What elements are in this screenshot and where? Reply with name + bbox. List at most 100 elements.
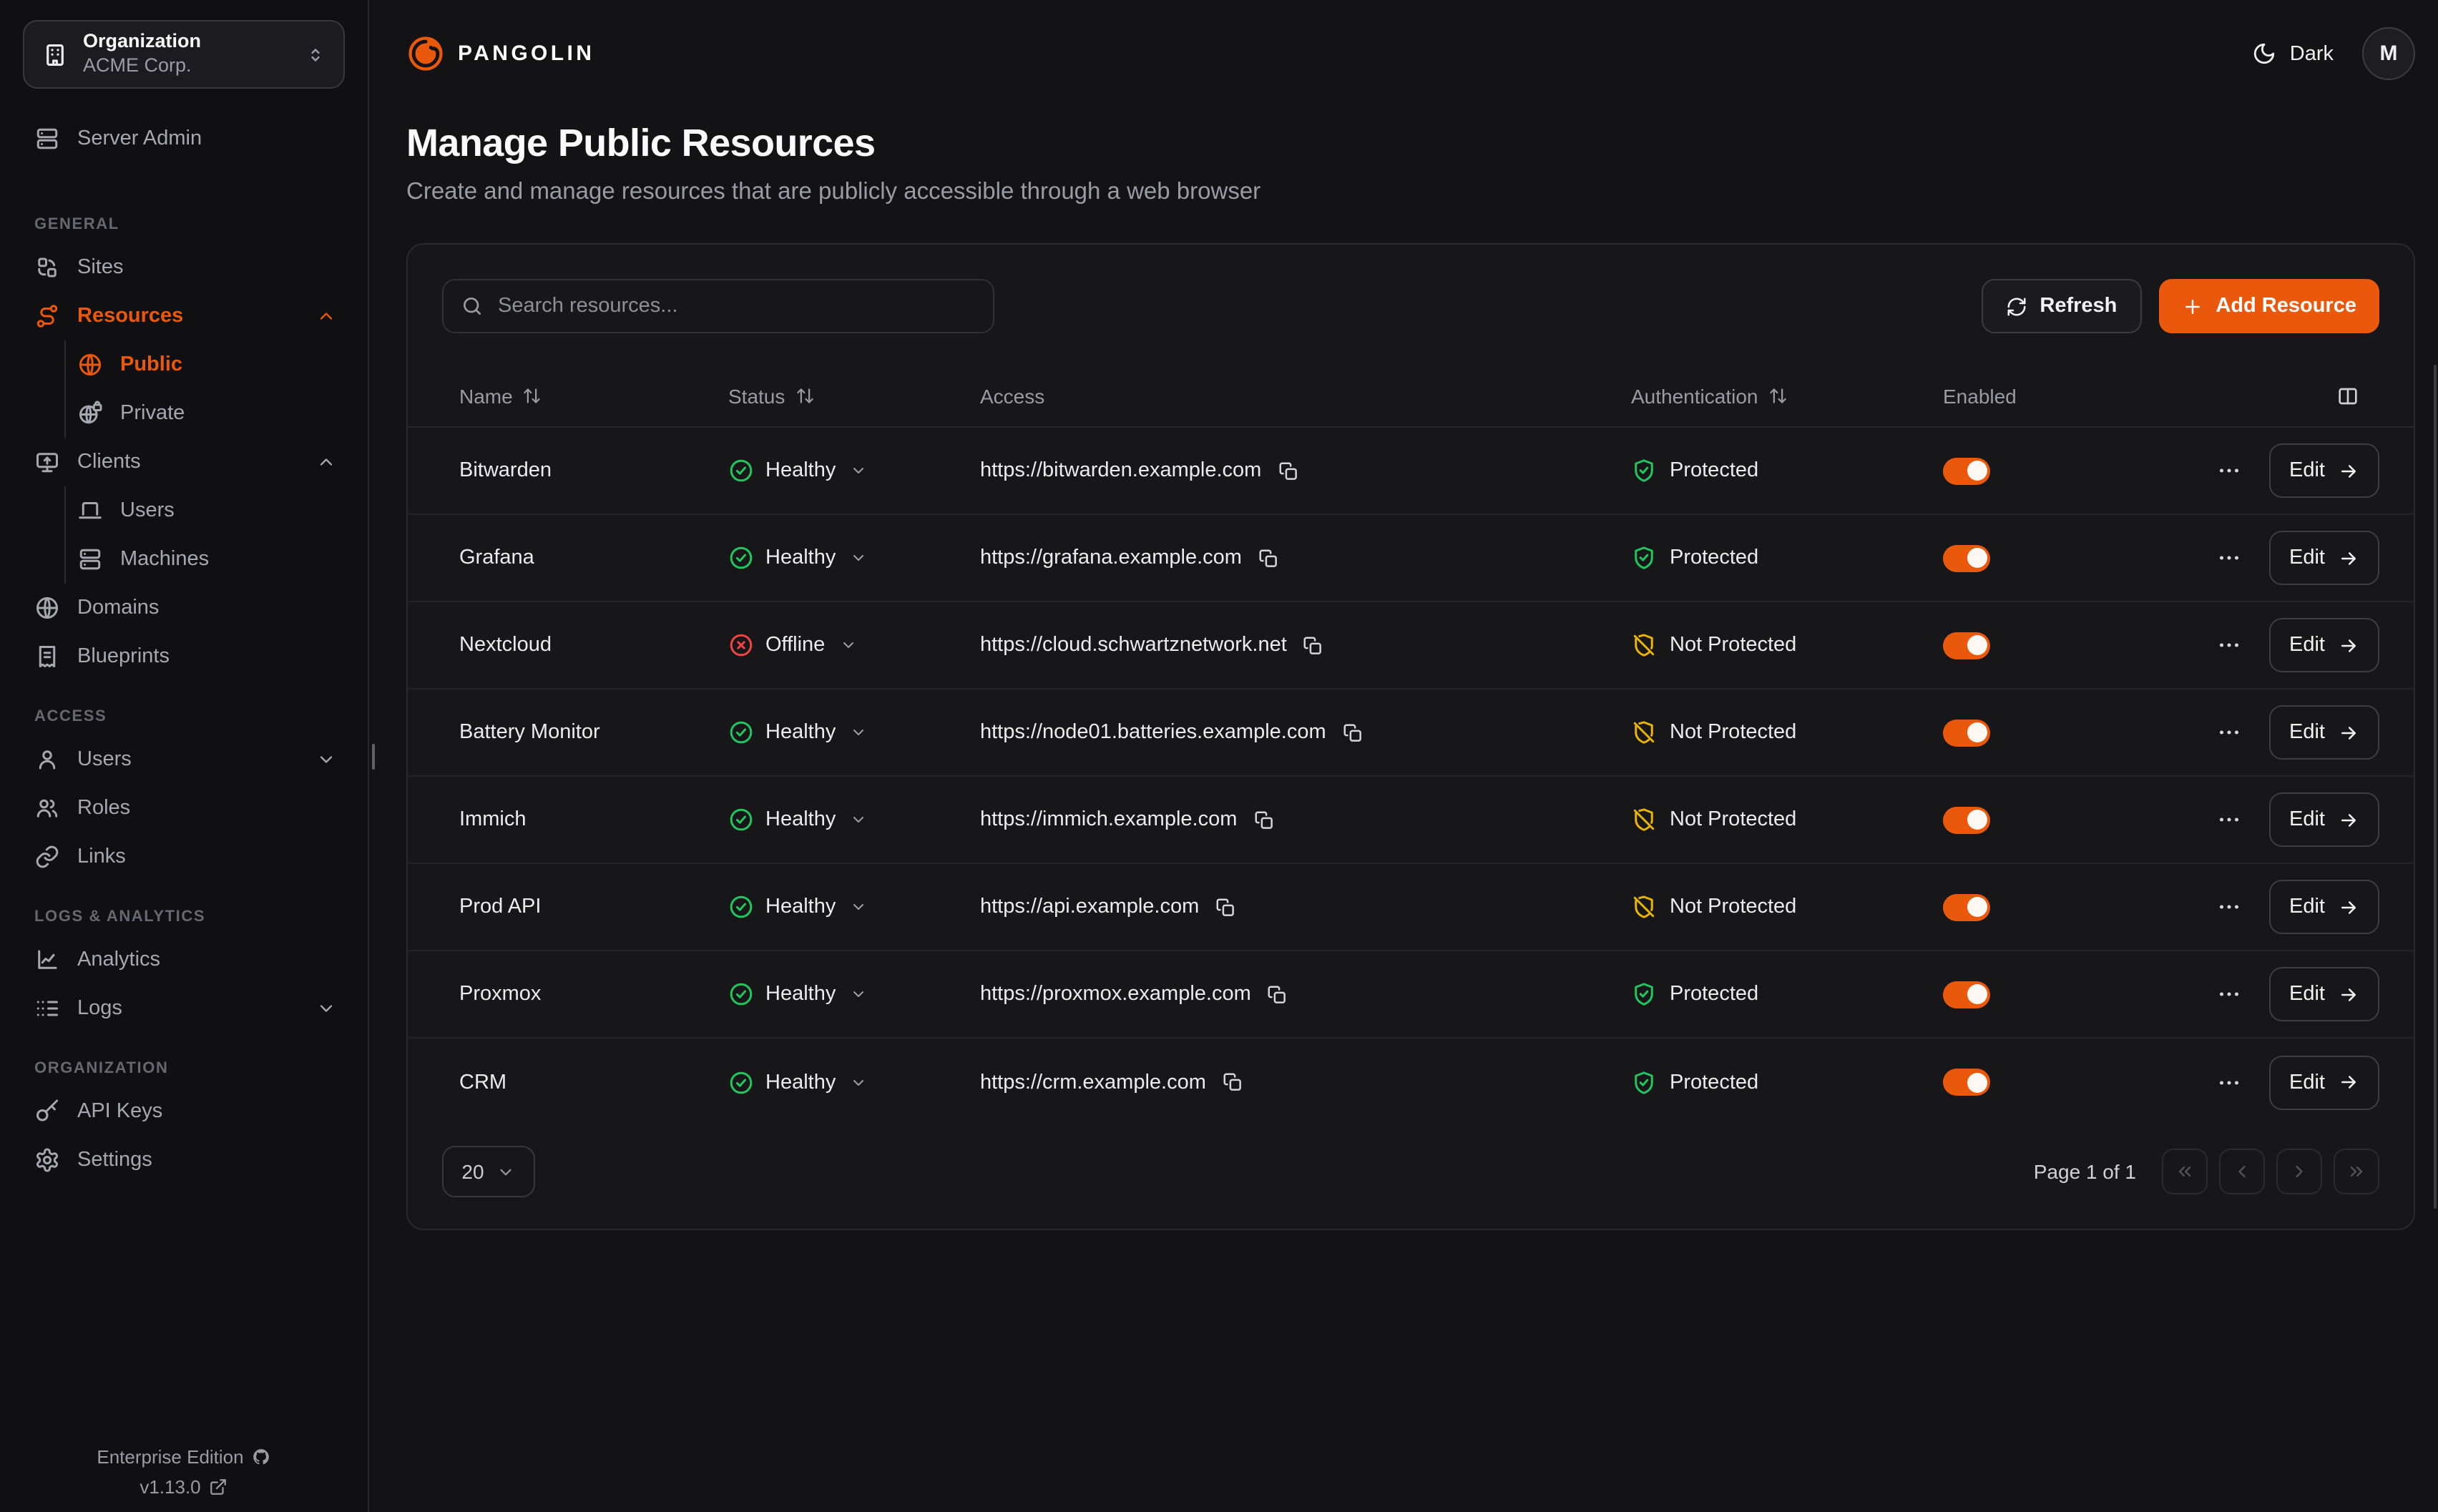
status-label: Healthy bbox=[765, 546, 836, 569]
add-resource-button[interactable]: Add Resource bbox=[2158, 279, 2379, 333]
enabled-toggle[interactable] bbox=[1943, 806, 1990, 833]
brand[interactable]: PANGOLIN bbox=[406, 34, 594, 73]
sidebar-item-roles[interactable]: Roles bbox=[20, 784, 351, 833]
column-header-authentication[interactable]: Authentication bbox=[1631, 384, 1943, 407]
external-link-icon[interactable] bbox=[210, 1478, 228, 1496]
sidebar-item-label: Blueprints bbox=[77, 645, 336, 668]
sidebar-item-users[interactable]: Users bbox=[20, 735, 351, 784]
status-dropdown[interactable]: Healthy bbox=[728, 458, 980, 483]
check-circle-icon bbox=[728, 807, 754, 833]
copy-url-button[interactable] bbox=[1215, 896, 1236, 918]
column-header-name[interactable]: Name bbox=[459, 384, 728, 407]
copy-url-button[interactable] bbox=[1267, 983, 1288, 1005]
building-icon bbox=[41, 41, 69, 68]
sidebar-item-api-keys[interactable]: API Keys bbox=[20, 1087, 351, 1136]
main-scrollbar-thumb[interactable] bbox=[2433, 365, 2437, 1209]
chevron-down-icon bbox=[850, 724, 867, 741]
theme-toggle[interactable]: Dark bbox=[2253, 41, 2334, 66]
edit-button[interactable]: Edit bbox=[2269, 1055, 2379, 1109]
sidebar-item-logs[interactable]: Logs bbox=[20, 984, 351, 1033]
check-circle-icon bbox=[728, 1069, 754, 1095]
sidebar-item-settings[interactable]: Settings bbox=[20, 1136, 351, 1184]
sidebar-item-links[interactable]: Links bbox=[20, 833, 351, 881]
status-dropdown[interactable]: Healthy bbox=[728, 720, 980, 745]
edit-label: Edit bbox=[2289, 808, 2325, 831]
sidebar-item-private[interactable]: Private bbox=[66, 389, 351, 438]
sort-icon bbox=[1768, 386, 1787, 406]
sidebar-item-resources[interactable]: Resources bbox=[20, 292, 351, 340]
pagination-prev-button[interactable] bbox=[2219, 1149, 2265, 1194]
row-menu-button[interactable] bbox=[2216, 981, 2242, 1007]
row-menu-button[interactable] bbox=[2216, 1069, 2242, 1095]
enabled-toggle[interactable] bbox=[1943, 893, 1990, 921]
sidebar-item-blueprints[interactable]: Blueprints bbox=[20, 632, 351, 681]
access-cell: https://bitwarden.example.com bbox=[980, 459, 1631, 482]
search-box bbox=[442, 279, 994, 333]
enabled-toggle[interactable] bbox=[1943, 1069, 1990, 1096]
row-menu-button[interactable] bbox=[2216, 632, 2242, 658]
edit-button[interactable]: Edit bbox=[2269, 792, 2379, 847]
row-menu-button[interactable] bbox=[2216, 458, 2242, 483]
column-header-status[interactable]: Status bbox=[728, 384, 980, 407]
github-icon[interactable] bbox=[253, 1448, 271, 1466]
row-menu-button[interactable] bbox=[2216, 807, 2242, 833]
table-header: NameStatusAccessAuthenticationEnabled bbox=[408, 365, 2414, 428]
access-cell: https://proxmox.example.com bbox=[980, 983, 1631, 1006]
pagination-last-button[interactable] bbox=[2334, 1149, 2379, 1194]
copy-url-button[interactable] bbox=[1342, 722, 1364, 743]
pagination-first-button[interactable] bbox=[2162, 1149, 2208, 1194]
edit-button[interactable]: Edit bbox=[2269, 880, 2379, 934]
search-input[interactable] bbox=[498, 295, 976, 318]
table-row: Prod APIHealthyhttps://api.example.comNo… bbox=[408, 864, 2414, 951]
arrow-right-icon bbox=[2338, 1071, 2359, 1093]
status-dropdown[interactable]: Healthy bbox=[728, 894, 980, 920]
enabled-toggle[interactable] bbox=[1943, 719, 1990, 746]
copy-url-button[interactable] bbox=[1222, 1071, 1243, 1093]
chevrons-right-icon bbox=[2346, 1162, 2366, 1182]
sidebar-item-client-users[interactable]: Users bbox=[66, 486, 351, 535]
sidebar-item-label: Public bbox=[120, 353, 336, 376]
auth-label: Protected bbox=[1670, 983, 1758, 1006]
page-size-select[interactable]: 20 bbox=[442, 1146, 535, 1197]
pagination-next-button[interactable] bbox=[2276, 1149, 2322, 1194]
status-dropdown[interactable]: Healthy bbox=[728, 807, 980, 833]
status-dropdown[interactable]: Healthy bbox=[728, 981, 980, 1007]
status-dropdown[interactable]: Healthy bbox=[728, 1069, 980, 1095]
edit-button[interactable]: Edit bbox=[2269, 443, 2379, 498]
status-dropdown[interactable]: Offline bbox=[728, 632, 980, 658]
enabled-toggle[interactable] bbox=[1943, 457, 1990, 484]
copy-url-button[interactable] bbox=[1258, 547, 1279, 569]
column-visibility-button[interactable] bbox=[2215, 384, 2379, 407]
sidebar-item-sites[interactable]: Sites bbox=[20, 243, 351, 292]
edition-label: Enterprise Edition bbox=[97, 1446, 243, 1468]
enabled-toggle[interactable] bbox=[1943, 632, 1990, 659]
sidebar-item-clients[interactable]: Clients bbox=[20, 438, 351, 486]
sidebar-item-machines[interactable]: Machines bbox=[66, 535, 351, 584]
sidebar-item-analytics[interactable]: Analytics bbox=[20, 936, 351, 984]
org-selector[interactable]: Organization ACME Corp. bbox=[23, 20, 345, 89]
edit-button[interactable]: Edit bbox=[2269, 618, 2379, 672]
sidebar-item-public[interactable]: Public bbox=[66, 340, 351, 389]
row-menu-button[interactable] bbox=[2216, 545, 2242, 571]
copy-url-button[interactable] bbox=[1277, 460, 1298, 481]
sidebar-item-domains[interactable]: Domains bbox=[20, 584, 351, 632]
edit-button[interactable]: Edit bbox=[2269, 705, 2379, 760]
status-label: Healthy bbox=[765, 1071, 836, 1094]
status-dropdown[interactable]: Healthy bbox=[728, 545, 980, 571]
enabled-toggle[interactable] bbox=[1943, 544, 1990, 571]
refresh-button[interactable]: Refresh bbox=[1981, 279, 2141, 333]
access-cell: https://crm.example.com bbox=[980, 1071, 1631, 1094]
row-menu-button[interactable] bbox=[2216, 720, 2242, 745]
sidebar-section-label: LOGS & ANALYTICS bbox=[34, 908, 351, 926]
row-menu-button[interactable] bbox=[2216, 894, 2242, 920]
copy-url-button[interactable] bbox=[1253, 809, 1274, 830]
shield-check-icon bbox=[1631, 545, 1657, 571]
edit-button[interactable]: Edit bbox=[2269, 531, 2379, 585]
copy-url-button[interactable] bbox=[1303, 634, 1324, 656]
sidebar-item-label: Analytics bbox=[77, 948, 336, 971]
avatar[interactable]: M bbox=[2362, 27, 2415, 80]
edit-button[interactable]: Edit bbox=[2269, 967, 2379, 1021]
enabled-toggle[interactable] bbox=[1943, 981, 1990, 1008]
sidebar-item-label: Clients bbox=[77, 451, 299, 473]
sidebar-item-server-admin[interactable]: Server Admin bbox=[20, 114, 351, 163]
